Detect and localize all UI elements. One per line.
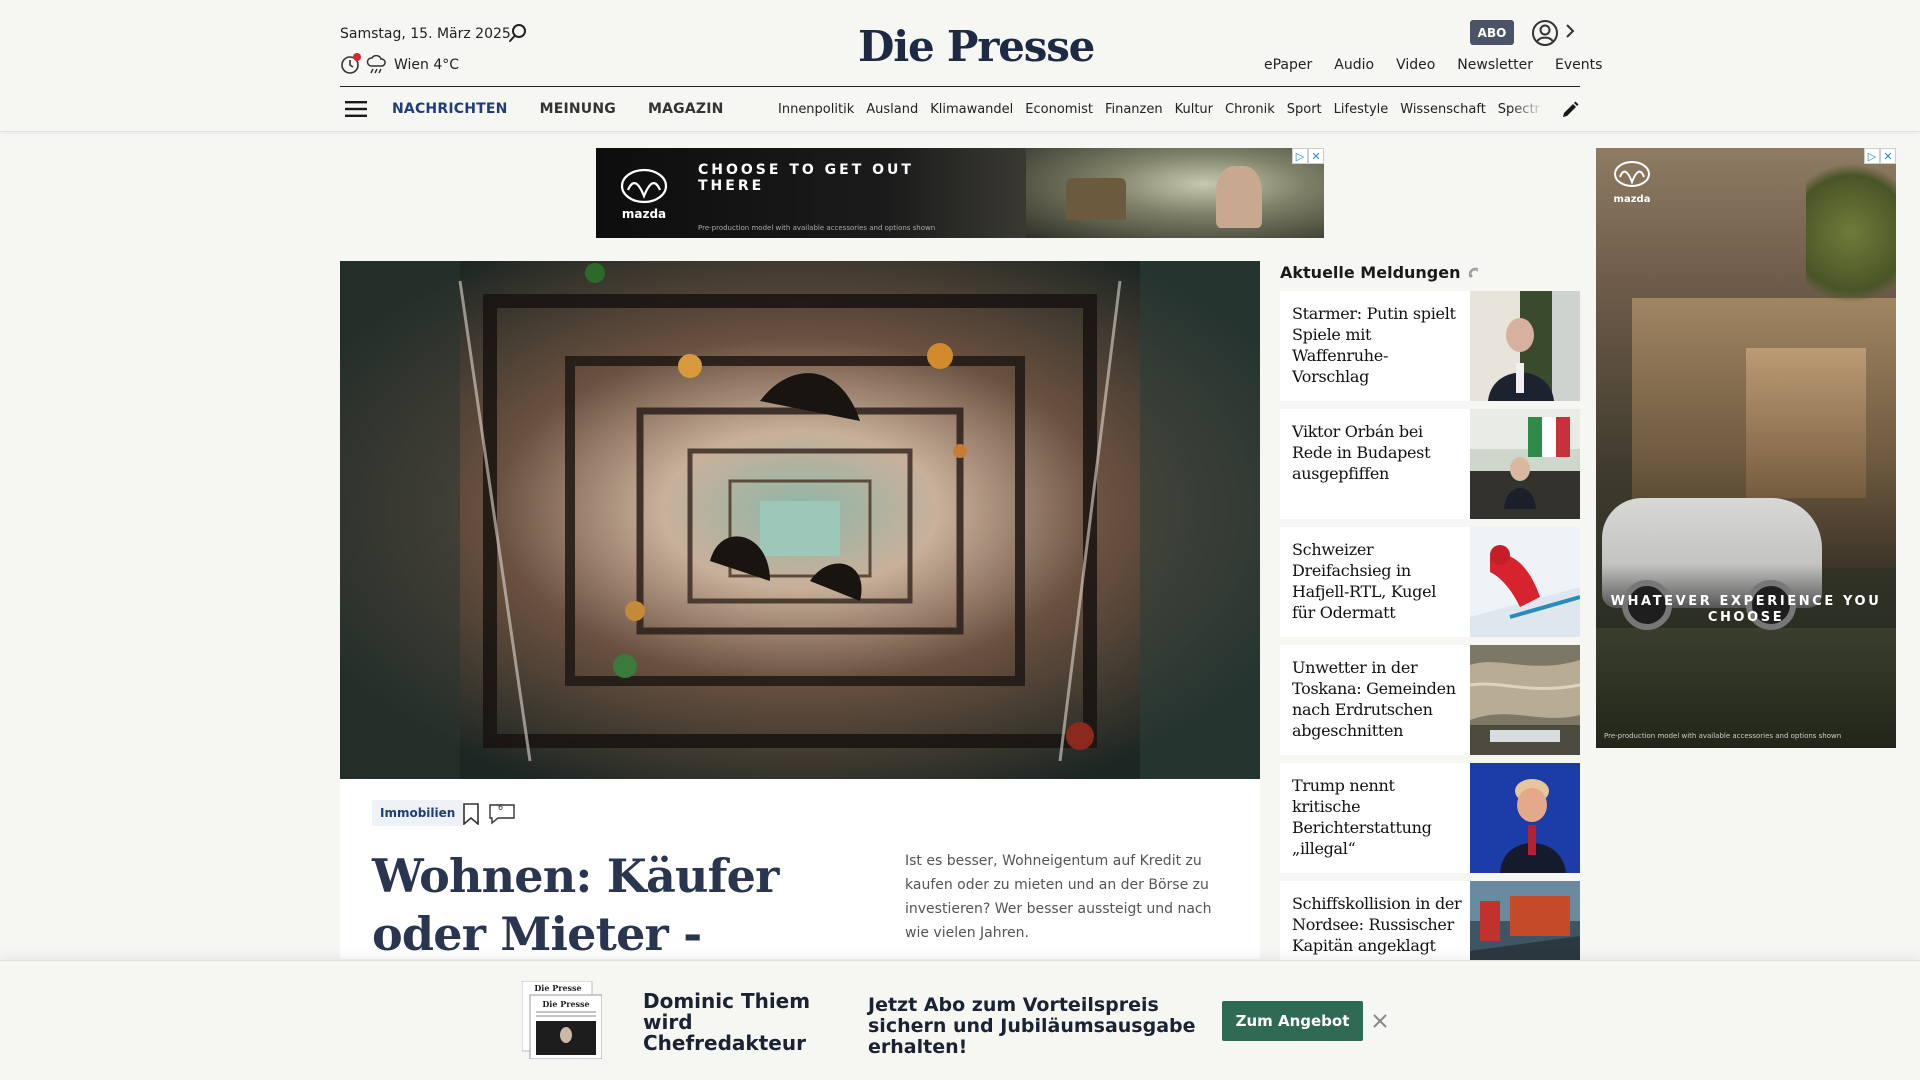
ad-banner-top[interactable]: mazda CHOOSE TO GET OUT THERE Pre-produc… [596,148,1324,238]
nav-nachrichten[interactable]: NACHRICHTEN [392,101,508,117]
subnav-innenpolitik[interactable]: Innenpolitik [778,102,854,117]
search-icon[interactable] [507,22,529,44]
bookmark-icon[interactable] [462,803,480,825]
article-teaser: Ist es besser, Wohneigentum auf Kredit z… [905,853,1212,941]
news-thumbnail [1470,409,1580,519]
abo-button[interactable]: ABO [1470,20,1514,45]
ad-ground [1596,628,1896,748]
hero-image[interactable] [340,261,1260,779]
subnav-finanzen[interactable]: Finanzen [1105,102,1163,117]
link-newsletter[interactable]: Newsletter [1457,57,1533,73]
news-item-title: Viktor Orbán bei Rede in Budapest ausgep… [1292,422,1431,483]
notification-dot [353,53,361,61]
subnav-sport[interactable]: Sport [1287,102,1322,117]
rain-cloud-icon [366,55,386,74]
news-title-label: Aktuelle Meldungen [1280,263,1461,282]
news-item[interactable]: Starmer: Putin spielt Spiele mit Waffenr… [1280,291,1580,401]
news-item-title: Unwetter in der Toskana: Gemeinden nach … [1292,658,1456,740]
ad-close-icon[interactable]: ✕ [1308,148,1324,164]
sub-nav: Innenpolitik Ausland Klimawandel Economi… [778,102,1541,117]
news-thumbnail [1470,527,1580,637]
news-item-title: Schweizer Dreifachsieg in Hafjell-RTL, K… [1292,540,1437,622]
news-item[interactable]: Trump nennt kritische Berichterstattung … [1280,763,1580,873]
news-list: Starmer: Putin spielt Spiele mit Waffenr… [1280,291,1580,999]
banner-headline: Dominic Thiem wird Chefredakteur [643,989,811,1055]
news-item-title: Schiffskollision in der Nordsee: Russisc… [1292,894,1462,955]
news-item-title: Starmer: Putin spielt Spiele mit Waffenr… [1292,304,1456,386]
link-events[interactable]: Events [1555,57,1602,73]
ad-bag-image [1066,178,1126,220]
subnav-ausland[interactable]: Ausland [866,102,918,117]
mazda-logo-icon: mazda [1614,161,1651,205]
ad-brand-text: mazda [622,207,666,221]
paper-masthead-front: Die Presse [542,999,589,1009]
subnav-klimawandel[interactable]: Klimawandel [930,102,1013,117]
lead-article[interactable]: Immobilien 6 Wohnen: Käufer oder Mieter … [340,779,1260,1019]
comment-count: 6 [498,803,504,812]
main-nav: NACHRICHTEN MEINUNG MAGAZIN [392,101,724,117]
site-logo[interactable]: Die Presse [858,22,1095,71]
newspaper-image: Die Presse Die Presse [522,981,602,1059]
ad-info-icon[interactable]: ▷ [1864,148,1880,164]
news-section-title: Aktuelle Meldungen [1280,263,1481,282]
link-video[interactable]: Video [1396,57,1435,73]
close-icon[interactable] [1372,1013,1388,1029]
news-item[interactable]: Viktor Orbán bei Rede in Budapest ausgep… [1280,409,1580,519]
ad-side-tagline: WHATEVER EXPERIENCE YOU CHOOSE [1610,594,1882,625]
current-date: Samstag, 15. März 2025 [340,26,511,42]
news-thumbnail [1470,645,1580,755]
weather-label: Wien 4°C [394,57,460,73]
nav-magazin[interactable]: MAGAZIN [648,101,724,117]
zum-angebot-button[interactable]: Zum Angebot [1222,1001,1363,1041]
category-tag[interactable]: Immobilien [372,800,464,826]
paper-masthead-back: Die Presse [534,983,581,993]
user-account-icon[interactable] [1530,18,1560,48]
ad-side-brand-text: mazda [1614,194,1651,205]
ad-tree-image [1806,148,1896,318]
nav-divider [340,86,1580,87]
banner-offer-text: Jetzt Abo zum Vorteilspreis sichern und … [868,994,1196,1058]
ad-fine-print: Pre-production model with available acce… [698,224,936,232]
ad-close-icon[interactable]: ✕ [1880,148,1896,164]
news-item[interactable]: Schweizer Dreifachsieg in Hafjell-RTL, K… [1280,527,1580,637]
stairwell-photo [340,261,1260,779]
chevron-right-icon[interactable] [1563,20,1577,42]
subnav-wissenschaft[interactable]: Wissenschaft [1400,102,1486,117]
hamburger-menu-icon[interactable] [345,100,367,118]
subnav-kultur[interactable]: Kultur [1175,102,1213,117]
news-item[interactable]: Unwetter in der Toskana: Gemeinden nach … [1280,645,1580,755]
news-thumbnail [1470,291,1580,401]
subnav-chronik[interactable]: Chronik [1225,102,1275,117]
mazda-logo-icon: mazda [620,168,668,221]
ad-controls: ▷ ✕ [1292,148,1324,164]
top-links: ePaper Audio Video Newsletter Events [1264,57,1602,73]
nav-meinung[interactable]: MEINUNG [540,101,616,117]
subnav-fade [1510,96,1546,124]
link-epaper[interactable]: ePaper [1264,57,1312,73]
ad-person-image [1216,166,1262,228]
ad-info-icon[interactable]: ▷ [1292,148,1308,164]
ad-side-fine-print: Pre-production model with available acce… [1604,732,1842,740]
news-item-title: Trump nennt kritische Berichterstattung … [1292,776,1432,858]
ad-side-controls: ▷ ✕ [1864,148,1896,164]
pencil-icon[interactable] [1560,100,1580,120]
subscription-banner: Die Presse Die Presse Dominic Thiem wird… [0,960,1920,1080]
link-audio[interactable]: Audio [1334,57,1374,73]
subnav-lifestyle[interactable]: Lifestyle [1334,102,1389,117]
subnav-economist[interactable]: Economist [1025,102,1093,117]
news-thumbnail [1470,763,1580,873]
ad-skyscraper[interactable]: mazda WHATEVER EXPERIENCE YOU CHOOSE Pre… [1596,148,1896,748]
weather-widget[interactable]: Wien 4°C [340,53,460,75]
pulse-icon [1468,267,1478,277]
ad-window-image [1746,348,1866,498]
ad-headline: CHOOSE TO GET OUT THERE [698,162,914,194]
site-header: Samstag, 15. März 2025 Wien 4°C Die Pres… [0,0,1920,132]
